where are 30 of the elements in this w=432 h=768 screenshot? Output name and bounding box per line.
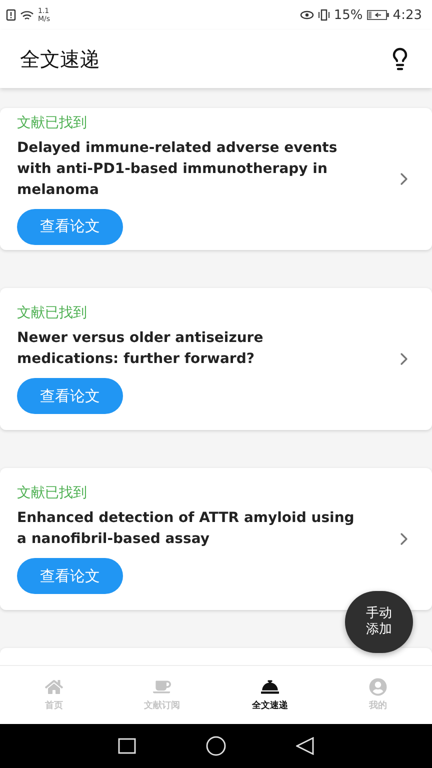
view-paper-button[interactable]: 查看论文 bbox=[17, 208, 123, 244]
vibrate-icon bbox=[318, 9, 330, 21]
home-circle-icon[interactable] bbox=[206, 736, 226, 756]
cloche-icon bbox=[261, 678, 279, 696]
found-status: 文献已找到 bbox=[17, 304, 87, 322]
page-title: 全文速递 bbox=[20, 46, 100, 72]
back-icon[interactable] bbox=[296, 737, 314, 755]
cup-icon bbox=[153, 678, 171, 696]
nav-tab[interactable]: 文献订阅 bbox=[108, 666, 216, 724]
article-title: Newer versus older antiseizure medications: further forward? bbox=[17, 329, 264, 369]
sim-alert-icon bbox=[6, 9, 16, 21]
wifi-icon bbox=[20, 10, 34, 20]
nav-tab[interactable]: 我的 bbox=[324, 666, 432, 724]
battery-icon bbox=[366, 10, 389, 20]
user-icon bbox=[369, 678, 387, 696]
article-title: Delayed immune-related adverse events with anti-PD1-based immunotherapy in melanoma bbox=[17, 138, 338, 200]
clock-time: 4:23 bbox=[392, 8, 422, 22]
recent-apps-icon[interactable] bbox=[118, 738, 136, 754]
view-paper-button[interactable]: 查看论文 bbox=[17, 558, 123, 594]
article-card[interactable]: 文献已找到 Newer versus older antiseizure medications: further forward? 查看论文 bbox=[0, 288, 432, 430]
nav-tab[interactable]: 首页 bbox=[0, 666, 108, 724]
article-title: Enhanced detection of ATTR amyloid using a nanofibril-based assay bbox=[17, 509, 356, 549]
article-card[interactable]: 文献已找到 Delayed immune-related adverse events with anti-PD1-based immunotherapy in melanoma 查看论文 bbox=[0, 108, 432, 250]
home-icon bbox=[45, 678, 63, 696]
found-status: 文献已找到 bbox=[17, 484, 87, 502]
battery-percent: 15% bbox=[334, 8, 363, 22]
view-paper-button[interactable]: 查看论文 bbox=[17, 378, 123, 414]
nav-tab[interactable]: 全文速递 bbox=[216, 666, 324, 724]
found-status: 文献已找到 bbox=[17, 114, 87, 132]
eye-icon bbox=[300, 10, 314, 20]
